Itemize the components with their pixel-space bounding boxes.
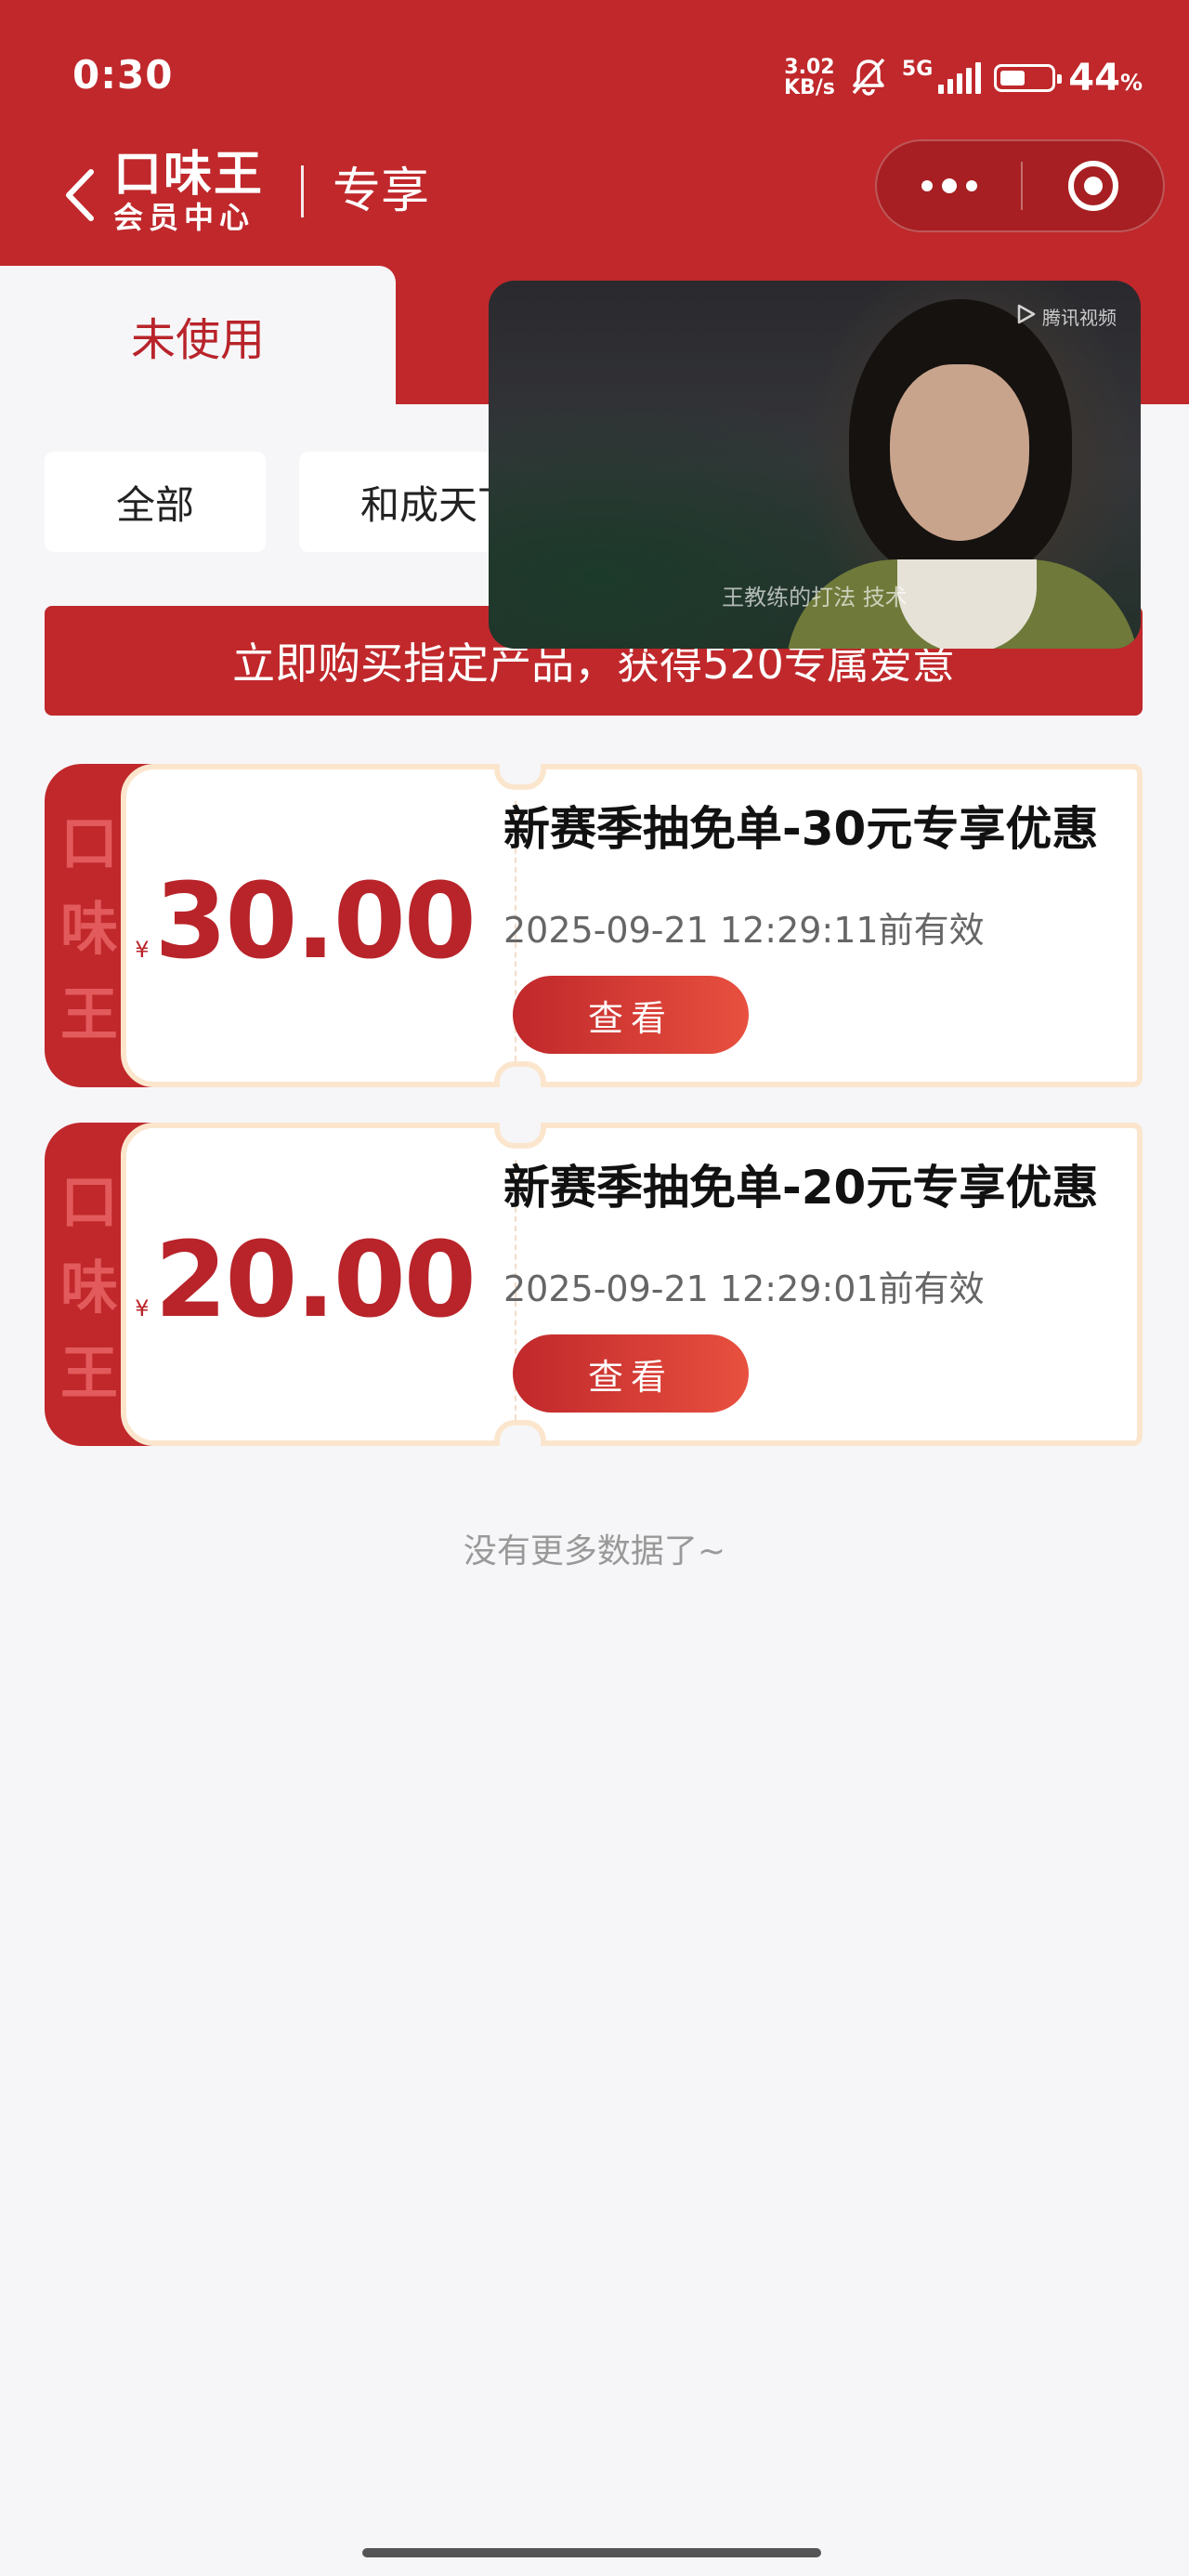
mute-bell-icon: [848, 56, 889, 100]
floating-video-player[interactable]: 腾讯视频 王教练的打法 技术: [489, 281, 1141, 649]
nav-divider: [301, 165, 304, 217]
home-indicator[interactable]: [362, 2548, 821, 2557]
filter-all[interactable]: 全部: [45, 452, 266, 552]
coupon-card[interactable]: 口味王 ¥ 30.00 新赛季抽免单-30元专享优惠 2025-09-21 12…: [45, 764, 1143, 1087]
status-icons: 3.02 KB/s 5G 44%: [784, 54, 1143, 102]
coupon-amount: ¥ 30.00: [121, 857, 489, 987]
status-bar: 0:30 3.02 KB/s 5G 44%: [0, 0, 1189, 139]
coupon-value: 30.00: [154, 861, 477, 982]
coupon-title: 新赛季抽免单-30元专享优惠: [503, 802, 1099, 856]
currency-symbol: ¥: [135, 937, 150, 963]
coupon-title: 新赛季抽免单-20元专享优惠: [503, 1161, 1099, 1215]
coupon-notch: [494, 1061, 546, 1087]
coupon-amount: ¥ 20.00: [121, 1216, 489, 1346]
miniprogram-capsule: [875, 139, 1165, 232]
capsule-close-icon[interactable]: [1023, 141, 1163, 230]
back-icon[interactable]: [52, 158, 108, 232]
coupon-value: 20.00: [154, 1220, 477, 1341]
coupon-expiry: 2025-09-21 12:29:11前有效: [503, 910, 985, 951]
no-more-data: 没有更多数据了~: [463, 1532, 726, 1571]
coupon-card[interactable]: 口味王 ¥ 20.00 新赛季抽免单-20元专享优惠 2025-09-21 12…: [45, 1123, 1143, 1446]
video-subtitle: 王教练的打法 技术: [722, 585, 908, 611]
view-coupon-button[interactable]: 查看: [513, 1334, 749, 1413]
network-type: 5G: [901, 57, 934, 81]
view-coupon-button[interactable]: 查看: [513, 976, 749, 1054]
more-dots-icon[interactable]: [877, 141, 1021, 230]
currency-symbol: ¥: [135, 1295, 150, 1321]
net-speed: 3.02 KB/s: [783, 56, 835, 99]
brand-logo: 口味王 会员中心: [113, 147, 265, 235]
video-frame-face: [890, 364, 1029, 541]
page-title: 专享: [333, 164, 430, 219]
signal-icon: [938, 62, 982, 94]
video-watermark: 腾讯视频: [1014, 303, 1117, 330]
status-time: 0:30: [72, 52, 174, 98]
coupon-notch: [494, 1123, 546, 1149]
coupon-notch: [494, 1420, 546, 1446]
battery-percent: 44%: [1068, 57, 1143, 99]
coupon-notch: [494, 764, 546, 790]
coupon-expiry: 2025-09-21 12:29:01前有效: [503, 1268, 985, 1309]
tab-unused[interactable]: 未使用: [0, 266, 396, 405]
play-logo-icon: [1014, 303, 1037, 330]
battery-icon: [994, 64, 1063, 92]
